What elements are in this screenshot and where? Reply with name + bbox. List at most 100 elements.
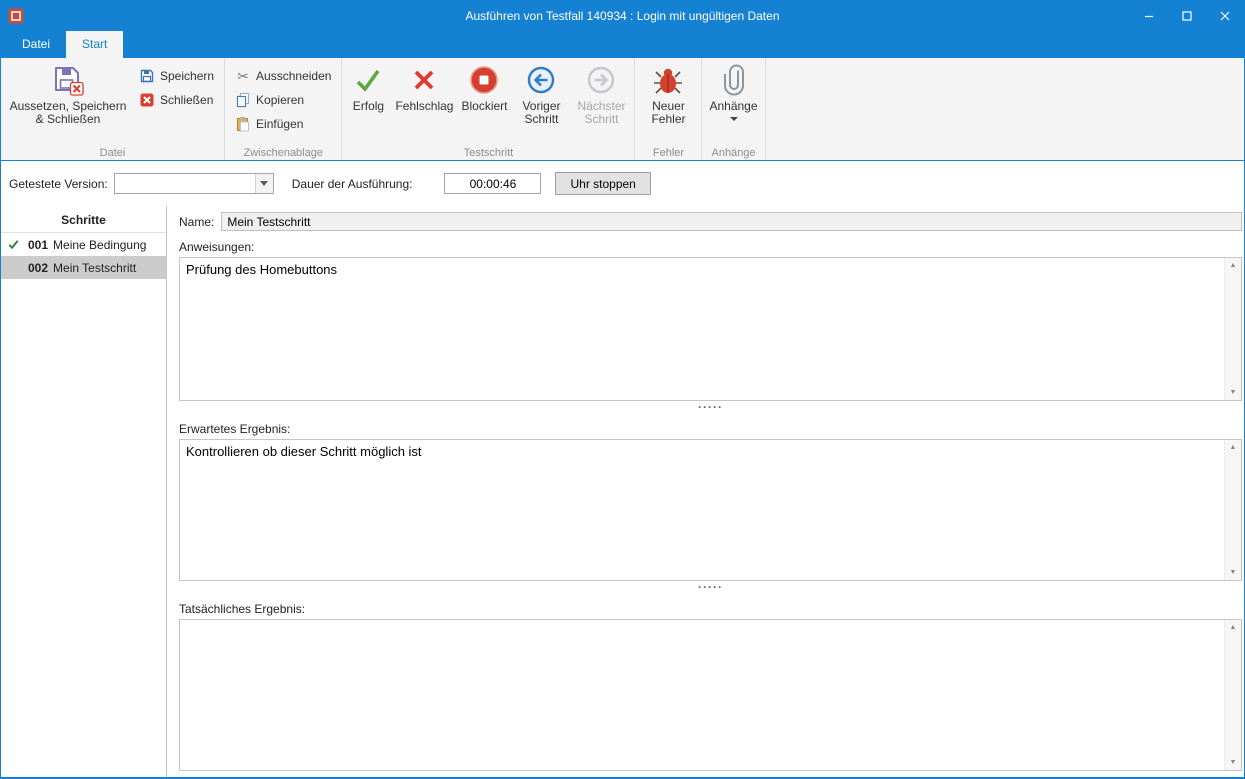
- dauer-input[interactable]: [444, 173, 541, 194]
- x-icon: [408, 64, 440, 96]
- step-number: 002: [28, 261, 48, 275]
- scrollbar[interactable]: ▲ ▼: [1224, 620, 1241, 770]
- splitter-handle[interactable]: ·····: [179, 581, 1242, 593]
- paste-icon: [235, 116, 251, 132]
- schliessen-button[interactable]: Schließen: [132, 88, 220, 112]
- erfolg-button[interactable]: Erfolg: [345, 59, 391, 143]
- step-label: Mein Testschritt: [53, 261, 136, 275]
- tab-datei[interactable]: Datei: [6, 31, 66, 58]
- close-icon: [1221, 12, 1229, 20]
- ribbon-group-label: Fehler: [635, 147, 701, 159]
- arrow-right-circle-icon: [585, 64, 617, 96]
- button-label: Fehlschlag: [395, 100, 453, 113]
- step-item-001[interactable]: 001 Meine Bedingung: [1, 233, 166, 256]
- window-controls: [1130, 1, 1244, 31]
- aussetzen-speichern-schliessen-button[interactable]: Aussetzen, Speichern & Schließen: [4, 59, 132, 143]
- scroll-up-icon[interactable]: ▲: [1225, 620, 1241, 635]
- step-passed-check-icon: [7, 238, 28, 251]
- button-label: Aussetzen, Speichern & Schließen: [8, 100, 128, 126]
- step-number: 001: [28, 238, 48, 252]
- erwartetes-ergebnis-label: Erwartetes Ergebnis:: [179, 422, 1242, 436]
- tatsaechliches-ergebnis-textarea[interactable]: [180, 620, 1224, 770]
- scroll-down-icon[interactable]: ▼: [1225, 565, 1241, 580]
- button-label: Speichern: [160, 69, 214, 83]
- blockiert-button[interactable]: Blockiert: [457, 59, 511, 143]
- close-button[interactable]: [1206, 1, 1244, 31]
- uhr-stoppen-button[interactable]: Uhr stoppen: [555, 172, 650, 195]
- toolbar: Getestete Version: Dauer der Ausführung:…: [1, 161, 1244, 206]
- minimize-button[interactable]: [1130, 1, 1168, 31]
- scroll-down-icon[interactable]: ▼: [1225, 385, 1241, 400]
- fehlschlag-button[interactable]: Fehlschlag: [391, 59, 457, 143]
- button-label: Ausschneiden: [256, 69, 331, 83]
- bug-icon: [652, 64, 684, 96]
- neuer-fehler-button[interactable]: Neuer Fehler: [638, 59, 698, 143]
- combobox-dropdown-button[interactable]: [255, 174, 273, 193]
- anweisungen-label: Anweisungen:: [179, 240, 1242, 254]
- stop-icon: [468, 64, 500, 96]
- einfuegen-button[interactable]: Einfügen: [228, 112, 310, 136]
- getestete-version-combobox[interactable]: [114, 173, 274, 194]
- anweisungen-textarea[interactable]: Prüfung des Homebuttons: [180, 258, 1224, 400]
- getestete-version-label: Getestete Version:: [9, 177, 108, 191]
- scrollbar[interactable]: ▲ ▼: [1224, 258, 1241, 400]
- ribbon-group-zwischenablage: ✂ Ausschneiden Kopieren Einfügen Zwische…: [225, 58, 342, 160]
- arrow-left-circle-icon: [525, 64, 557, 96]
- button-label: Kopieren: [256, 93, 304, 107]
- steps-header: Schritte: [1, 206, 166, 233]
- app-window: { "window": { "title": "Ausführen von Te…: [0, 0, 1245, 779]
- erwartetes-ergebnis-textarea[interactable]: Kontrollieren ob dieser Schritt möglich …: [180, 440, 1224, 580]
- kopieren-button[interactable]: Kopieren: [228, 88, 311, 112]
- button-label: Neuer Fehler: [642, 100, 694, 126]
- ausschneiden-button[interactable]: ✂ Ausschneiden: [228, 64, 338, 88]
- ribbon-group-datei: Aussetzen, Speichern & Schließen Speiche…: [1, 58, 225, 160]
- button-label: Nächster Schritt: [575, 100, 627, 126]
- name-input[interactable]: [221, 212, 1242, 231]
- erwartetes-ergebnis-field: Kontrollieren ob dieser Schritt möglich …: [179, 439, 1242, 581]
- button-label: Schließen: [160, 93, 213, 107]
- button-label: Erfolg: [353, 100, 384, 113]
- ribbon-group-label: Datei: [1, 147, 224, 159]
- steps-panel: Schritte 001 Meine Bedingung 002 Mein Te…: [1, 206, 167, 777]
- content-area: Schritte 001 Meine Bedingung 002 Mein Te…: [1, 206, 1244, 777]
- voriger-schritt-button[interactable]: Voriger Schritt: [511, 59, 571, 143]
- chevron-down-icon: [730, 117, 738, 121]
- copy-icon: [235, 92, 251, 108]
- window-title: Ausführen von Testfall 140934 : Login mi…: [1, 9, 1244, 23]
- check-icon: [352, 64, 384, 96]
- tatsaechliches-ergebnis-label: Tatsächliches Ergebnis:: [179, 602, 1242, 616]
- paperclip-icon: [718, 64, 750, 96]
- splitter-handle[interactable]: ·····: [179, 401, 1242, 413]
- scissors-icon: ✂: [235, 68, 251, 84]
- step-item-002[interactable]: 002 Mein Testschritt: [1, 256, 166, 279]
- name-label: Name:: [179, 215, 214, 229]
- ribbon-group-label: Anhänge: [702, 147, 764, 159]
- tab-start[interactable]: Start: [66, 31, 123, 58]
- dauer-label: Dauer der Ausführung:: [292, 177, 413, 191]
- scroll-up-icon[interactable]: ▲: [1225, 258, 1241, 273]
- button-label: Anhänge: [709, 100, 757, 113]
- maximize-button[interactable]: [1168, 1, 1206, 31]
- button-label: Blockiert: [461, 100, 507, 113]
- ribbon-group-label: Testschritt: [342, 147, 634, 159]
- scroll-up-icon[interactable]: ▲: [1225, 440, 1241, 455]
- anweisungen-field: Prüfung des Homebuttons ▲ ▼: [179, 257, 1242, 401]
- name-row: Name:: [179, 212, 1242, 231]
- scrollbar[interactable]: ▲ ▼: [1224, 440, 1241, 580]
- close-red-icon: [139, 92, 155, 108]
- save-and-close-icon: [52, 64, 84, 96]
- button-label: Einfügen: [256, 117, 303, 131]
- ribbon-tab-row: Datei Start: [1, 31, 1244, 58]
- anhaenge-button[interactable]: Anhänge: [705, 59, 761, 143]
- speichern-button[interactable]: Speichern: [132, 64, 221, 88]
- scroll-down-icon[interactable]: ▼: [1225, 755, 1241, 770]
- tatsaechliches-ergebnis-field: ▲ ▼: [179, 619, 1242, 771]
- datei-small-buttons: Speichern Schließen: [132, 59, 221, 112]
- getestete-version-input[interactable]: [115, 174, 255, 193]
- ribbon-group-fehler: Neuer Fehler Fehler: [635, 58, 702, 160]
- save-icon: [139, 68, 155, 84]
- app-icon[interactable]: [8, 8, 24, 24]
- chevron-down-icon: [260, 181, 268, 186]
- titlebar: Ausführen von Testfall 140934 : Login mi…: [1, 1, 1244, 31]
- ribbon-group-testschritt: Erfolg Fehlschlag Blockiert Voriger Schr…: [342, 58, 635, 160]
